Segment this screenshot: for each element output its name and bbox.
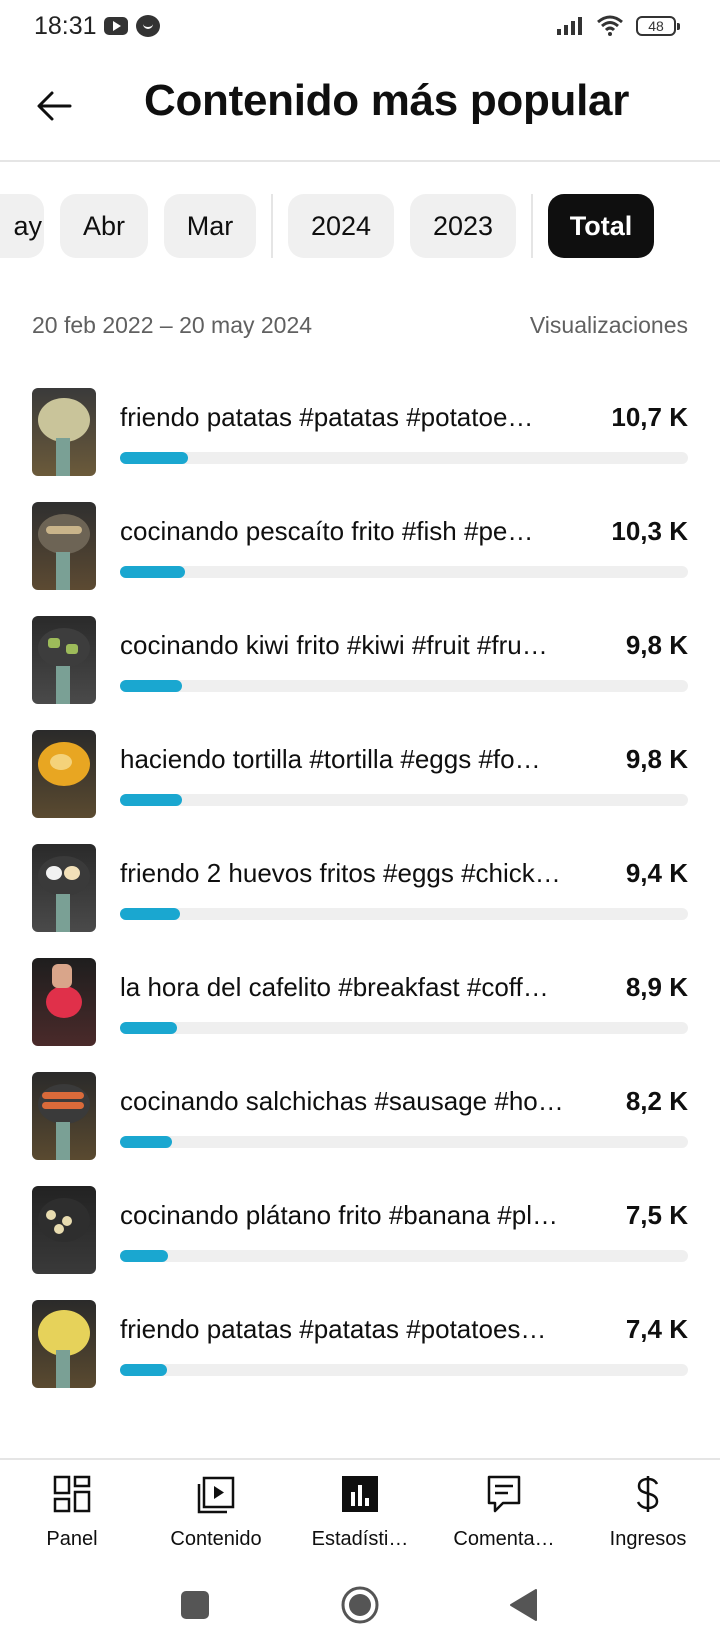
views-bar-fill xyxy=(120,908,180,920)
nav-panel[interactable]: Panel xyxy=(0,1460,144,1570)
chip-2023[interactable]: 2023 xyxy=(410,194,516,258)
metric-label: Visualizaciones xyxy=(529,312,688,338)
system-back-button[interactable] xyxy=(508,1588,538,1622)
dollar-icon xyxy=(636,1476,659,1512)
nav-label: Contenido xyxy=(170,1528,262,1550)
page-title: Contenido más popular xyxy=(144,76,630,125)
views-bar-track xyxy=(120,452,688,464)
date-range: 20 feb 2022 – 20 may 2024 xyxy=(32,312,313,338)
views-bar-fill xyxy=(120,680,183,692)
views-bar-fill xyxy=(120,452,189,464)
video-title: cocinando salchichas #sausage #ho… xyxy=(120,1086,564,1116)
system-nav-bar xyxy=(0,1568,720,1650)
view-count: 10,7 K xyxy=(611,402,688,432)
chat-notification-icon xyxy=(136,15,160,37)
video-thumbnail xyxy=(32,388,96,476)
video-thumbnail xyxy=(32,958,96,1046)
view-count: 9,4 K xyxy=(625,858,688,888)
video-title: cocinando pescaíto frito #fish #pe… xyxy=(120,516,534,546)
video-title: la hora del cafelito #breakfast #coff… xyxy=(120,972,549,1002)
list-item[interactable]: cocinando pescaíto frito #fish #pe… 10,3… xyxy=(0,498,720,598)
video-title: cocinando plátano frito #banana #pl… xyxy=(120,1200,558,1230)
chip-abr[interactable]: Abr xyxy=(60,194,148,258)
video-thumbnail xyxy=(32,1300,96,1388)
video-thumbnail xyxy=(32,502,96,590)
chip-divider xyxy=(531,194,533,258)
chip-total[interactable]: Total xyxy=(548,194,654,258)
nav-label: Panel xyxy=(46,1528,98,1550)
chip-mar[interactable]: Mar xyxy=(164,194,256,258)
views-bar-fill xyxy=(120,1364,167,1376)
dashboard-icon xyxy=(53,1475,91,1513)
video-thumbnail xyxy=(32,616,96,704)
battery-icon: 48 xyxy=(636,16,680,36)
view-count: 7,5 K xyxy=(625,1200,688,1230)
view-count: 8,9 K xyxy=(625,972,688,1002)
views-bar-track xyxy=(120,1250,688,1262)
video-title: friendo 2 huevos fritos #eggs #chick… xyxy=(120,858,561,888)
views-bar-fill xyxy=(120,566,186,578)
views-bar-fill xyxy=(120,1022,177,1034)
video-thumbnail xyxy=(32,730,96,818)
views-bar-track xyxy=(120,794,688,806)
views-bar-fill xyxy=(120,1136,173,1148)
bottom-nav: Panel Contenido Estadísti… Comenta… Ingr… xyxy=(0,1458,720,1570)
status-time: 18:31 xyxy=(34,12,97,40)
nav-label: Ingresos xyxy=(609,1528,687,1550)
period-filter-row: ay Abr Mar 2024 2023 Total xyxy=(0,194,720,258)
list-item[interactable]: cocinando plátano frito #banana #pl… 7,5… xyxy=(0,1182,720,1282)
nav-label: Estadísti… xyxy=(311,1528,409,1550)
list-item[interactable]: friendo patatas #patatas #potatoes… 7,4 … xyxy=(0,1296,720,1396)
views-bar-track xyxy=(120,1136,688,1148)
comments-icon xyxy=(487,1475,521,1513)
video-title: friendo patatas #patatas #potatoes… xyxy=(120,1314,547,1344)
nav-contenido[interactable]: Contenido xyxy=(144,1460,288,1570)
views-bar-fill xyxy=(120,794,182,806)
recents-button[interactable] xyxy=(181,1591,209,1619)
list-item[interactable]: friendo patatas #patatas #potatoe… 10,7 … xyxy=(0,384,720,484)
video-title: friendo patatas #patatas #potatoe… xyxy=(120,402,534,432)
nav-estadisticas[interactable]: Estadísti… xyxy=(288,1460,432,1570)
analytics-icon xyxy=(342,1476,378,1512)
view-count: 9,8 K xyxy=(625,630,688,660)
chip-2024[interactable]: 2024 xyxy=(288,194,394,258)
video-thumbnail xyxy=(32,844,96,932)
wifi-icon xyxy=(597,15,623,36)
views-bar-track xyxy=(120,566,688,578)
list-item[interactable]: la hora del cafelito #breakfast #coff… 8… xyxy=(0,954,720,1054)
views-bar-track xyxy=(120,908,688,920)
chip-may[interactable]: ay xyxy=(0,194,44,258)
view-count: 7,4 K xyxy=(625,1314,688,1344)
views-bar-fill xyxy=(120,1250,168,1262)
youtube-notification-icon xyxy=(104,17,128,35)
views-bar-track xyxy=(120,1364,688,1376)
back-arrow-icon[interactable] xyxy=(30,78,86,134)
list-item[interactable]: friendo 2 huevos fritos #eggs #chick… 9,… xyxy=(0,840,720,940)
nav-label: Comenta… xyxy=(453,1528,555,1550)
video-title: cocinando kiwi frito #kiwi #fruit #fru… xyxy=(120,630,548,660)
view-count: 10,3 K xyxy=(611,516,688,546)
list-item[interactable]: cocinando kiwi frito #kiwi #fruit #fru… … xyxy=(0,612,720,712)
view-count: 9,8 K xyxy=(625,744,688,774)
list-item[interactable]: cocinando salchichas #sausage #ho… 8,2 K xyxy=(0,1068,720,1168)
view-count: 8,2 K xyxy=(625,1086,688,1116)
nav-ingresos[interactable]: Ingresos xyxy=(576,1460,720,1570)
nav-comentarios[interactable]: Comenta… xyxy=(432,1460,576,1570)
home-button[interactable] xyxy=(340,1585,380,1625)
views-bar-track xyxy=(120,1022,688,1034)
video-title: haciendo tortilla #tortilla #eggs #fo… xyxy=(120,744,541,774)
header: Contenido más popular xyxy=(0,56,720,162)
chip-divider xyxy=(271,194,273,258)
video-thumbnail xyxy=(32,1072,96,1160)
signal-icon xyxy=(557,17,582,35)
status-bar: 18:31 48 xyxy=(0,0,720,56)
list-item[interactable]: haciendo tortilla #tortilla #eggs #fo… 9… xyxy=(0,726,720,826)
video-thumbnail xyxy=(32,1186,96,1274)
content-icon xyxy=(197,1476,235,1514)
views-bar-track xyxy=(120,680,688,692)
